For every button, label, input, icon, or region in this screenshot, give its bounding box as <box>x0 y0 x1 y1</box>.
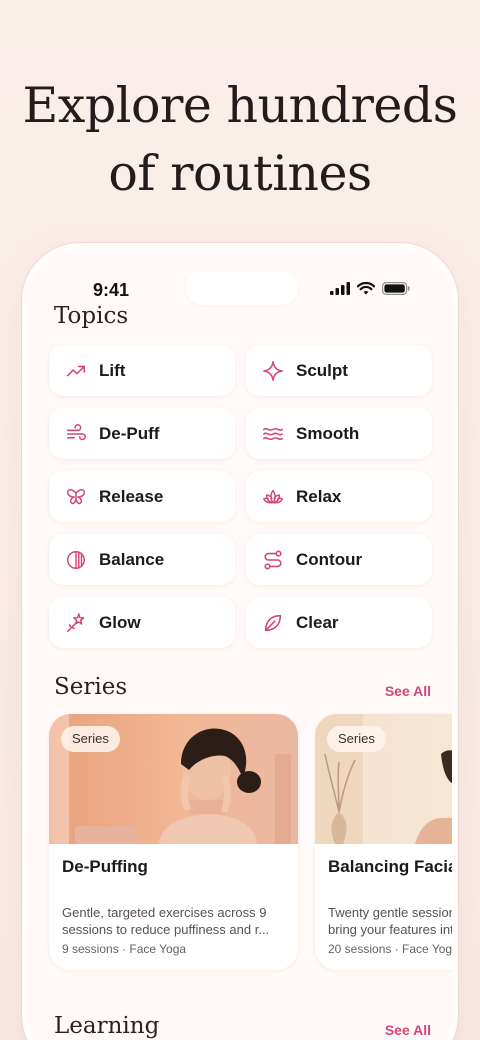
waves-icon <box>262 423 284 445</box>
topic-contour[interactable]: Contour <box>246 534 432 585</box>
topic-glow[interactable]: Glow <box>49 597 235 648</box>
topic-sculpt[interactable]: Sculpt <box>246 345 432 396</box>
learning-see-all-link[interactable]: See All <box>385 1022 431 1038</box>
leaf-icon <box>262 612 284 634</box>
wifi-icon <box>357 282 375 295</box>
topic-balance[interactable]: Balance <box>49 534 235 585</box>
wind-icon <box>65 423 87 445</box>
series-title: Series <box>54 674 128 700</box>
series-card-meta: 9 sessions · Face Yoga <box>62 942 187 956</box>
series-card-title: De-Puffing <box>62 857 148 876</box>
lotus-icon <box>262 486 284 508</box>
wand-sparkle-icon <box>65 612 87 634</box>
topic-label: De-Puff <box>99 423 160 443</box>
phone-frame: 9:41 Topics Lift Sculpt De-Puff Smooth R… <box>22 243 458 1040</box>
headline-line-2: of routines <box>108 145 372 202</box>
headline: Explore hundreds of routines <box>0 72 480 208</box>
topic-lift[interactable]: Lift <box>49 345 235 396</box>
series-card-meta: 20 sessions · Face Yoga <box>328 942 458 956</box>
series-see-all-link[interactable]: See All <box>385 683 431 699</box>
topic-label: Contour <box>296 549 363 569</box>
topic-label: Release <box>99 486 164 506</box>
cellular-signal-icon <box>330 282 350 295</box>
series-card-de-puffing[interactable]: Series De-Puffing Gentle, targeted exerc… <box>49 714 298 970</box>
status-icons <box>330 282 410 295</box>
sparkle-icon <box>262 360 284 382</box>
topic-label: Relax <box>296 486 342 506</box>
series-card-balancing-facial[interactable]: Series Balancing Facial Twenty gentle se… <box>315 714 458 970</box>
battery-icon <box>382 282 410 295</box>
series-card-title: Balancing Facial <box>328 857 458 876</box>
topic-label: Clear <box>296 612 339 632</box>
topic-smooth[interactable]: Smooth <box>246 408 432 459</box>
series-card-description-line: bring your features into <box>328 922 458 937</box>
series-badge: Series <box>327 726 386 752</box>
series-badge: Series <box>61 726 120 752</box>
series-card-description-line: Gentle, targeted exercises across 9 <box>62 905 267 920</box>
topic-release[interactable]: Release <box>49 471 235 522</box>
butterfly-icon <box>65 486 87 508</box>
learning-title: Learning <box>54 1013 160 1039</box>
series-card-description-line: Twenty gentle sessions to <box>328 905 458 920</box>
topic-clear[interactable]: Clear <box>246 597 432 648</box>
balance-circle-icon <box>65 549 87 571</box>
dynamic-island <box>186 271 298 305</box>
route-icon <box>262 549 284 571</box>
topic-relax[interactable]: Relax <box>246 471 432 522</box>
status-bar: 9:41 <box>28 249 452 309</box>
headline-line-1: Explore hundreds <box>22 77 458 134</box>
topic-label: Balance <box>99 549 165 569</box>
topic-label: Sculpt <box>296 360 348 380</box>
topic-label: Lift <box>99 360 126 380</box>
topic-label: Glow <box>99 612 141 632</box>
trending-up-icon <box>65 360 87 382</box>
series-card-description: Gentle, targeted exercises across 9 sess… <box>62 904 288 938</box>
topic-de-puff[interactable]: De-Puff <box>49 408 235 459</box>
status-time: 9:41 <box>93 280 130 300</box>
topics-title: Topics <box>54 303 129 329</box>
series-card-description-line: sessions to reduce puffiness and r... <box>62 922 270 937</box>
topic-label: Smooth <box>296 423 360 443</box>
series-card-description: Twenty gentle sessions to bring your fea… <box>328 904 458 938</box>
